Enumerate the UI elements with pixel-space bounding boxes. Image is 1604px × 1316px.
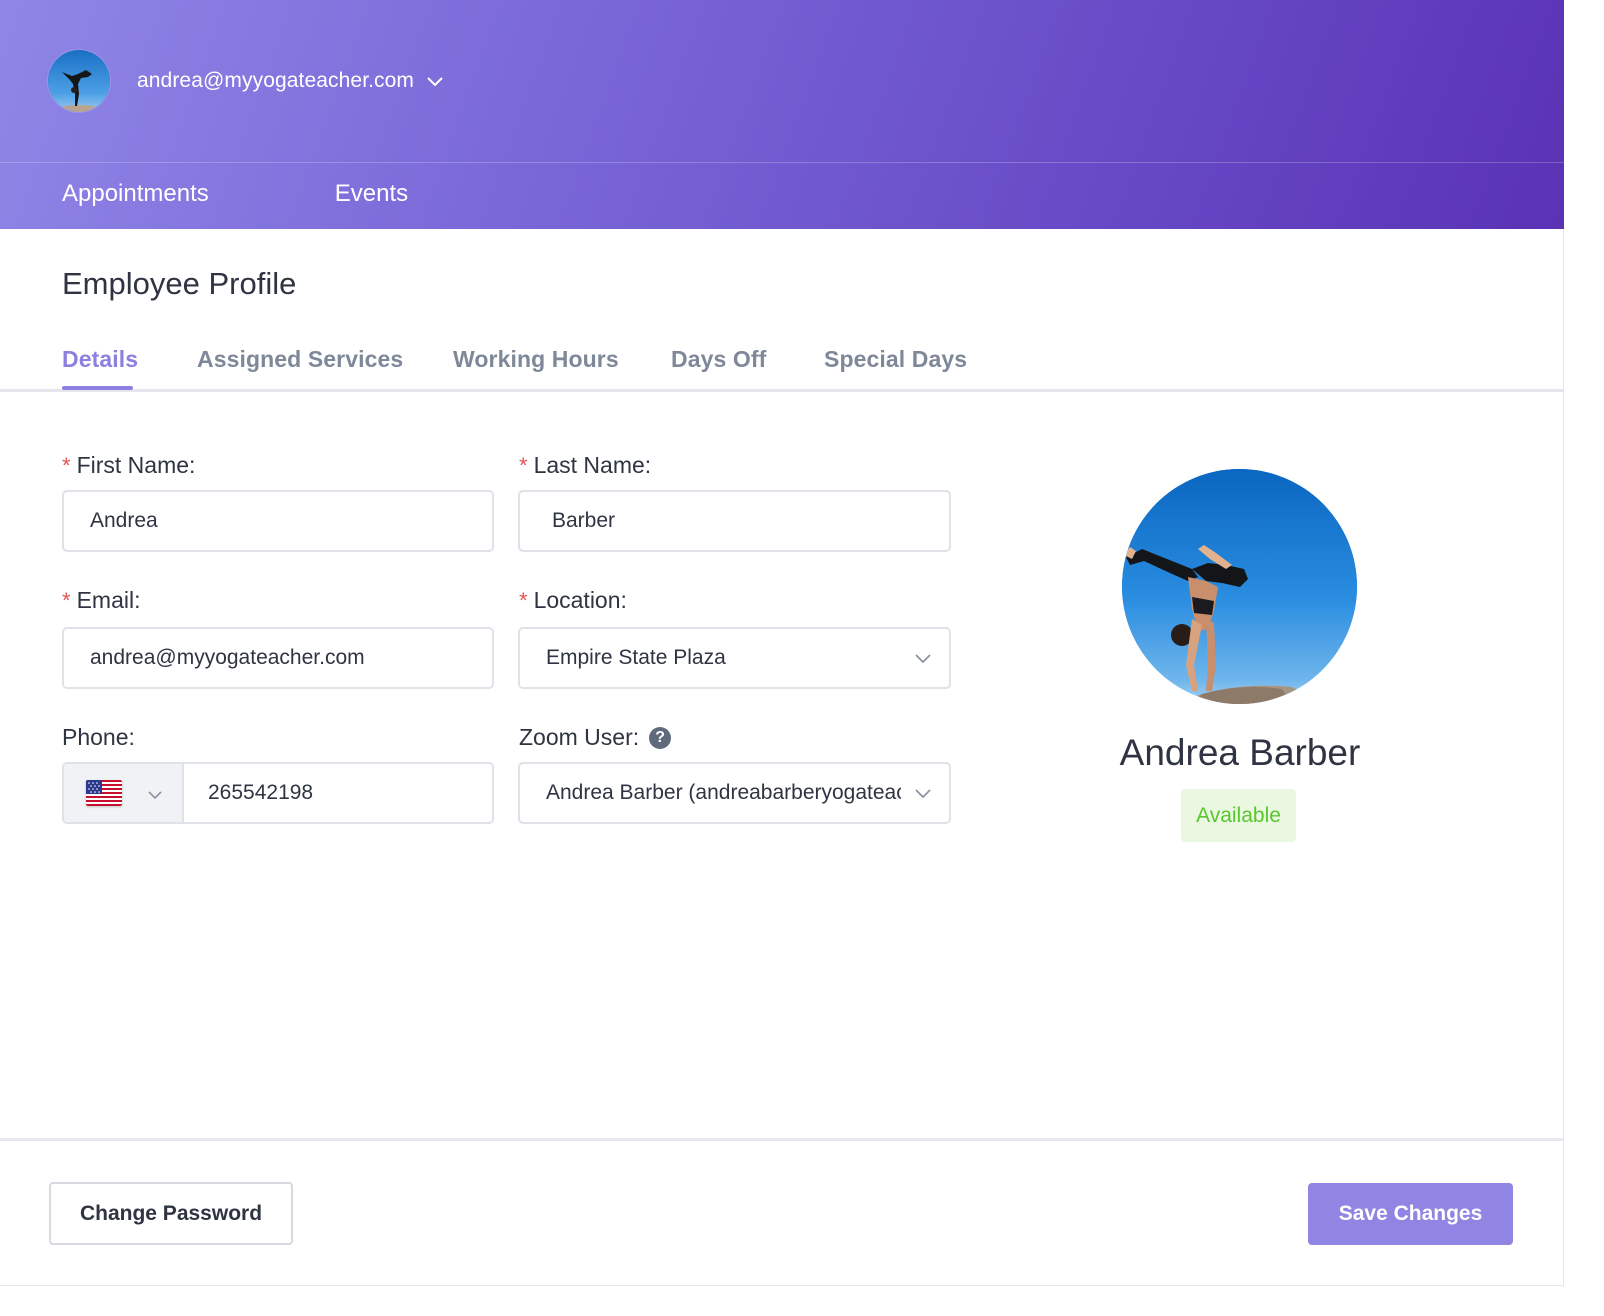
- user-menu[interactable]: andrea@myyogateacher.com: [48, 50, 444, 112]
- top-nav: Appointments Events: [62, 180, 408, 208]
- required-mark: *: [62, 452, 71, 478]
- location-label-text: Location:: [533, 587, 627, 613]
- zoom-user-select[interactable]: Andrea Barber (andreabarberyogateacher: [518, 762, 951, 824]
- tab-special-days[interactable]: Special Days: [824, 346, 967, 373]
- tab-working-hours[interactable]: Working Hours: [453, 346, 619, 373]
- phone-field: 265542198: [62, 762, 494, 824]
- footer-divider: [0, 1138, 1564, 1141]
- yoga-handstand-image: [1122, 469, 1357, 704]
- first-name-label-text: First Name:: [76, 452, 196, 478]
- app-window: andrea@myyogateacher.com Appointments Ev…: [0, 0, 1564, 1286]
- header-divider: [0, 162, 1564, 163]
- last-name-label-text: Last Name:: [533, 452, 652, 478]
- last-name-label: * Last Name:: [519, 452, 651, 479]
- nav-appointments[interactable]: Appointments: [62, 180, 209, 208]
- phone-value: 265542198: [208, 781, 314, 804]
- profile-tabs: Details Assigned Services Working Hours …: [0, 336, 1564, 392]
- last-name-value: Barber: [552, 509, 616, 532]
- email-label: * Email:: [62, 587, 140, 614]
- profile-photo[interactable]: [1122, 469, 1357, 704]
- location-value: Empire State Plaza: [546, 646, 726, 669]
- question-circle-icon[interactable]: ?: [649, 726, 672, 749]
- zoom-user-label: Zoom User: ?: [519, 724, 672, 751]
- save-changes-button[interactable]: Save Changes: [1308, 1183, 1513, 1245]
- yoga-pose-image: [48, 50, 110, 112]
- country-code-select[interactable]: [64, 764, 184, 822]
- status-badge: Available: [1181, 789, 1296, 842]
- required-mark: *: [519, 587, 528, 613]
- required-mark: *: [519, 452, 528, 478]
- chevron-down-icon: [915, 654, 931, 663]
- nav-events[interactable]: Events: [335, 180, 408, 208]
- tab-days-off[interactable]: Days Off: [671, 346, 766, 373]
- email-input[interactable]: andrea@myyogateacher.com: [62, 627, 494, 689]
- active-tab-indicator: [62, 386, 133, 390]
- required-mark: *: [62, 587, 71, 613]
- chevron-down-icon[interactable]: [426, 75, 444, 87]
- chevron-down-icon: [148, 791, 162, 799]
- change-password-button[interactable]: Change Password: [49, 1182, 293, 1245]
- first-name-label: * First Name:: [62, 452, 195, 479]
- phone-input[interactable]: 265542198: [184, 764, 492, 822]
- chevron-down-icon: [915, 789, 931, 798]
- user-email[interactable]: andrea@myyogateacher.com: [137, 69, 414, 93]
- phone-label-text: Phone:: [62, 724, 135, 750]
- first-name-input[interactable]: Andrea: [62, 490, 494, 552]
- us-flag-icon: [86, 780, 122, 806]
- email-value: andrea@myyogateacher.com: [90, 646, 365, 669]
- profile-name: Andrea Barber: [1119, 732, 1361, 773]
- first-name-value: Andrea: [90, 509, 158, 532]
- zoom-user-value: Andrea Barber (andreabarberyogateacher: [546, 781, 901, 804]
- phone-label: Phone:: [62, 724, 135, 751]
- tab-details[interactable]: Details: [62, 346, 138, 373]
- location-select[interactable]: Empire State Plaza: [518, 627, 951, 689]
- last-name-input[interactable]: Barber: [518, 490, 951, 552]
- location-label: * Location:: [519, 587, 627, 614]
- tab-assigned-services[interactable]: Assigned Services: [197, 346, 403, 373]
- email-label-text: Email:: [76, 587, 141, 613]
- user-avatar[interactable]: [48, 50, 110, 112]
- top-header: andrea@myyogateacher.com Appointments Ev…: [0, 0, 1564, 229]
- zoom-user-label-text: Zoom User:: [519, 724, 640, 750]
- page-title: Employee Profile: [62, 266, 297, 301]
